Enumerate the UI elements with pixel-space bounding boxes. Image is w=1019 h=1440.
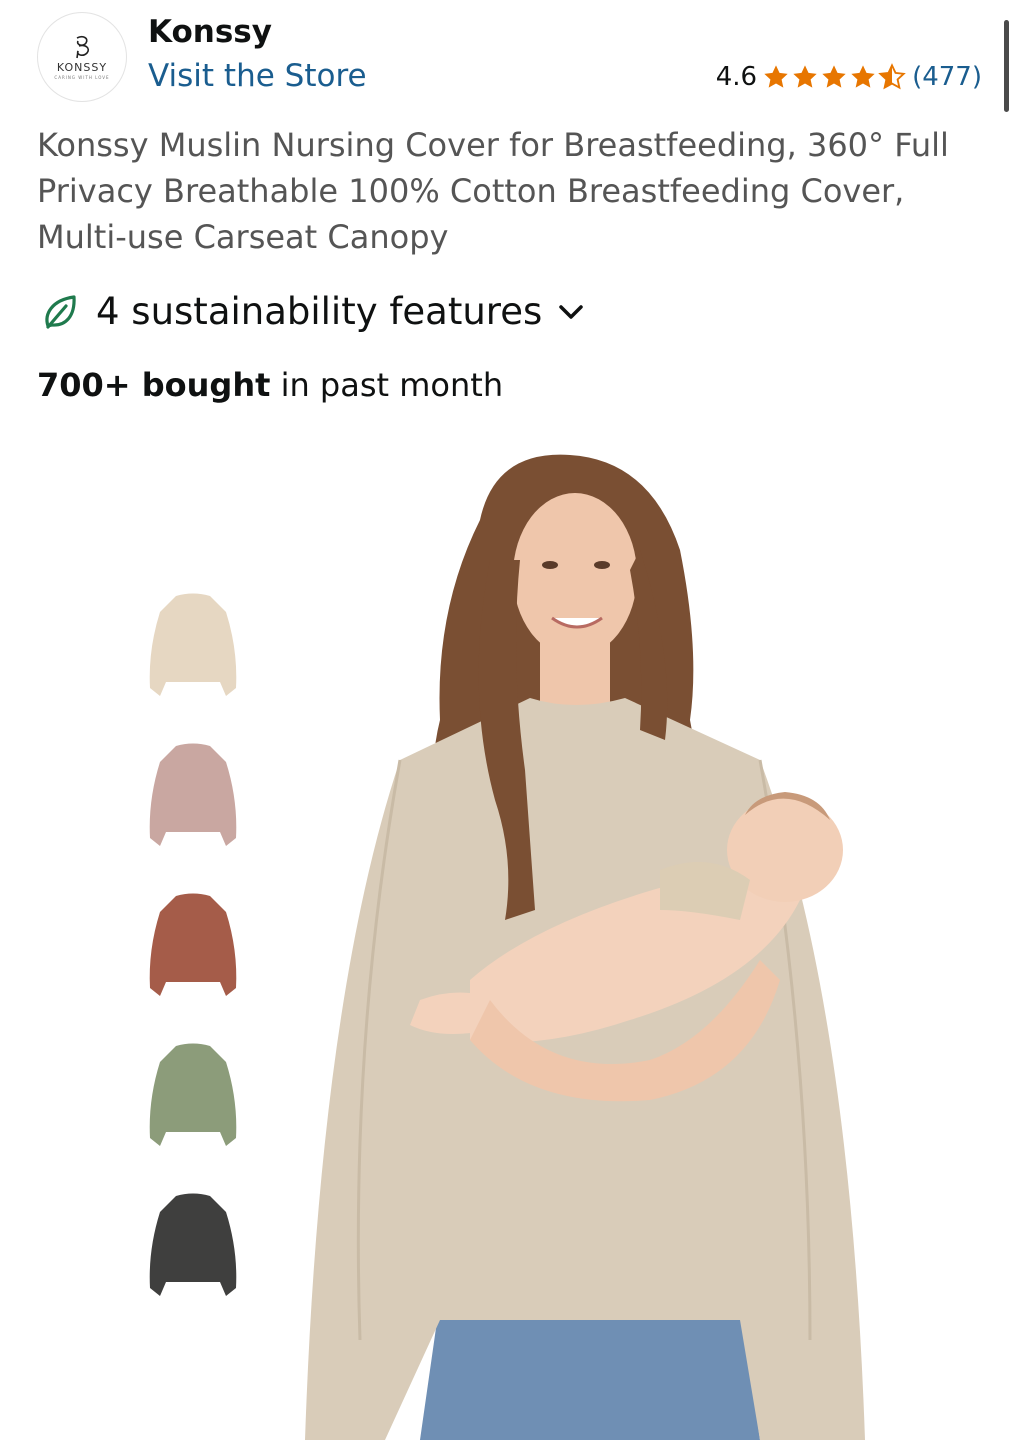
poncho-thumbnail-icon (149, 593, 237, 696)
bought-in-past-month: 700+ bought in past month (37, 366, 503, 404)
star-rating (762, 63, 907, 91)
star-full-icon (764, 65, 788, 88)
color-swatch-rust[interactable] (146, 890, 240, 1008)
product-main-image[interactable] (290, 440, 890, 1440)
color-swatch-charcoal[interactable] (146, 1190, 240, 1308)
color-swatch-list (146, 590, 240, 1340)
star-full-icon (851, 65, 875, 88)
scrollbar[interactable] (1004, 20, 1009, 112)
star-full-icon (822, 65, 846, 88)
chevron-down-icon (559, 304, 583, 319)
logo-wordmark: KONSSY (56, 61, 108, 74)
leaf-icon (45, 294, 76, 329)
rating-summary[interactable]: 4.6 (477) (716, 62, 982, 92)
bought-count: 700+ bought (37, 366, 271, 404)
poncho-thumbnail-icon (149, 1193, 237, 1296)
color-swatch-sage[interactable] (146, 1040, 240, 1158)
brand-name: Konssy (148, 14, 272, 50)
poncho-thumbnail-icon (149, 893, 237, 996)
poncho-thumbnail-icon (149, 1043, 237, 1146)
star-half-icon (878, 63, 906, 90)
model-with-baby-illustration (305, 454, 865, 1440)
rating-value: 4.6 (715, 62, 758, 92)
sustainability-label: 4 sustainability features (96, 290, 543, 333)
rating-count-link[interactable]: (477) (912, 62, 982, 92)
bought-suffix: in past month (270, 366, 504, 404)
sustainability-features-toggle[interactable]: 4 sustainability features (40, 290, 586, 333)
logo-tagline: CARING WITH LOVE (54, 75, 110, 80)
logo-mark-icon (76, 36, 90, 59)
visit-store-link[interactable]: Visit the Store (148, 58, 367, 94)
color-swatch-pink[interactable] (146, 740, 240, 858)
product-title: Konssy Muslin Nursing Cover for Breastfe… (37, 126, 949, 256)
color-swatch-beige[interactable] (146, 590, 240, 708)
store-logo[interactable]: KONSSY CARING WITH LOVE (37, 12, 127, 102)
star-full-icon (793, 65, 817, 88)
poncho-thumbnail-icon (149, 743, 237, 846)
